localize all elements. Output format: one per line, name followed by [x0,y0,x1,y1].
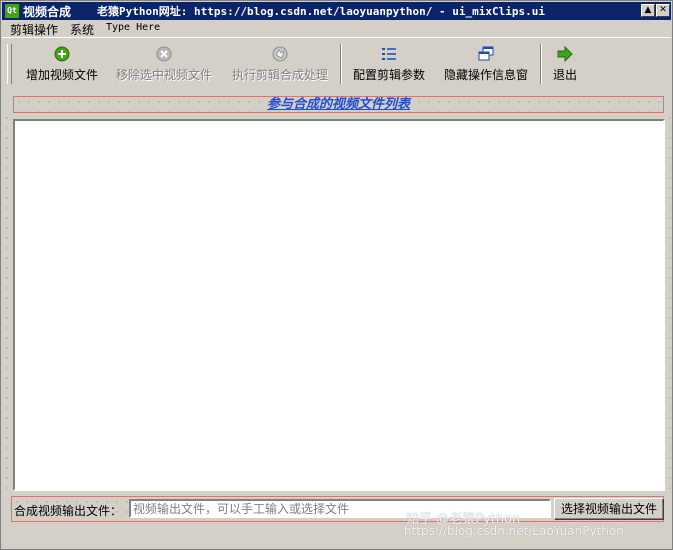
menu-system[interactable]: 系统 [70,21,94,38]
remove-circle-icon [156,46,172,62]
hide-info-window-button[interactable]: 隐藏操作信息窗 [440,42,532,86]
status-bar [2,537,671,549]
menu-edit-ops[interactable]: 剪辑操作 [10,21,58,38]
output-file-row: 合成视频输出文件： 选择视频输出文件 [11,496,664,522]
main-window: Qt 视频合成 老猿Python网址: https://blog.csdn.ne… [0,0,673,550]
remove-video-label: 移除选中视频文件 [115,68,212,82]
remove-video-button[interactable]: 移除选中视频文件 [112,42,216,86]
add-circle-icon [54,46,70,62]
title-bar[interactable]: Qt 视频合成 老猿Python网址: https://blog.csdn.ne… [2,2,671,20]
process-icon [272,46,288,62]
window-icon [478,46,494,61]
add-video-button[interactable]: 增加视频文件 [24,42,100,86]
menu-bar: 剪辑操作 系统 Type Here [2,20,671,38]
hide-info-window-label: 隐藏操作信息窗 [443,68,528,82]
output-file-label: 合成视频输出文件： [14,504,123,518]
exit-label: 退出 [552,68,577,82]
video-file-list[interactable] [13,119,665,491]
dotted-margin-left [2,113,13,493]
config-params-label: 配置剪辑参数 [352,68,425,82]
exit-arrow-icon [557,46,573,62]
choose-output-file-button[interactable]: 选择视频输出文件 [554,498,664,520]
toolbar-separator [340,44,342,84]
window-title: 视频合成 [23,5,72,19]
menu-type-here[interactable]: Type Here [106,22,160,33]
watermark-url: https://blog.csdn.net/LaoYuanPython [404,524,624,538]
close-button[interactable]: ✕ [656,4,670,17]
window-title-url: 老猿Python网址: https://blog.csdn.net/laoyua… [97,5,545,18]
minimize-button[interactable]: ▲ [641,4,655,17]
toolbar-handle[interactable] [7,44,12,84]
dotted-margin-right [665,113,671,493]
video-list-title: 参与合成的视频文件列表 [13,96,664,113]
toolbar-separator [540,44,542,84]
exit-button[interactable]: 退出 [548,42,582,86]
process-label: 执行剪辑合成处理 [231,68,328,82]
list-config-icon [382,48,396,60]
config-params-button[interactable]: 配置剪辑参数 [349,42,429,86]
process-button[interactable]: 执行剪辑合成处理 [228,42,332,86]
toolbar: 增加视频文件 移除选中视频文件 执行剪辑合成处理 配置剪辑参数 隐藏操作信息窗 … [2,37,671,88]
qt-app-icon: Qt [5,4,19,18]
add-video-label: 增加视频文件 [25,68,98,82]
